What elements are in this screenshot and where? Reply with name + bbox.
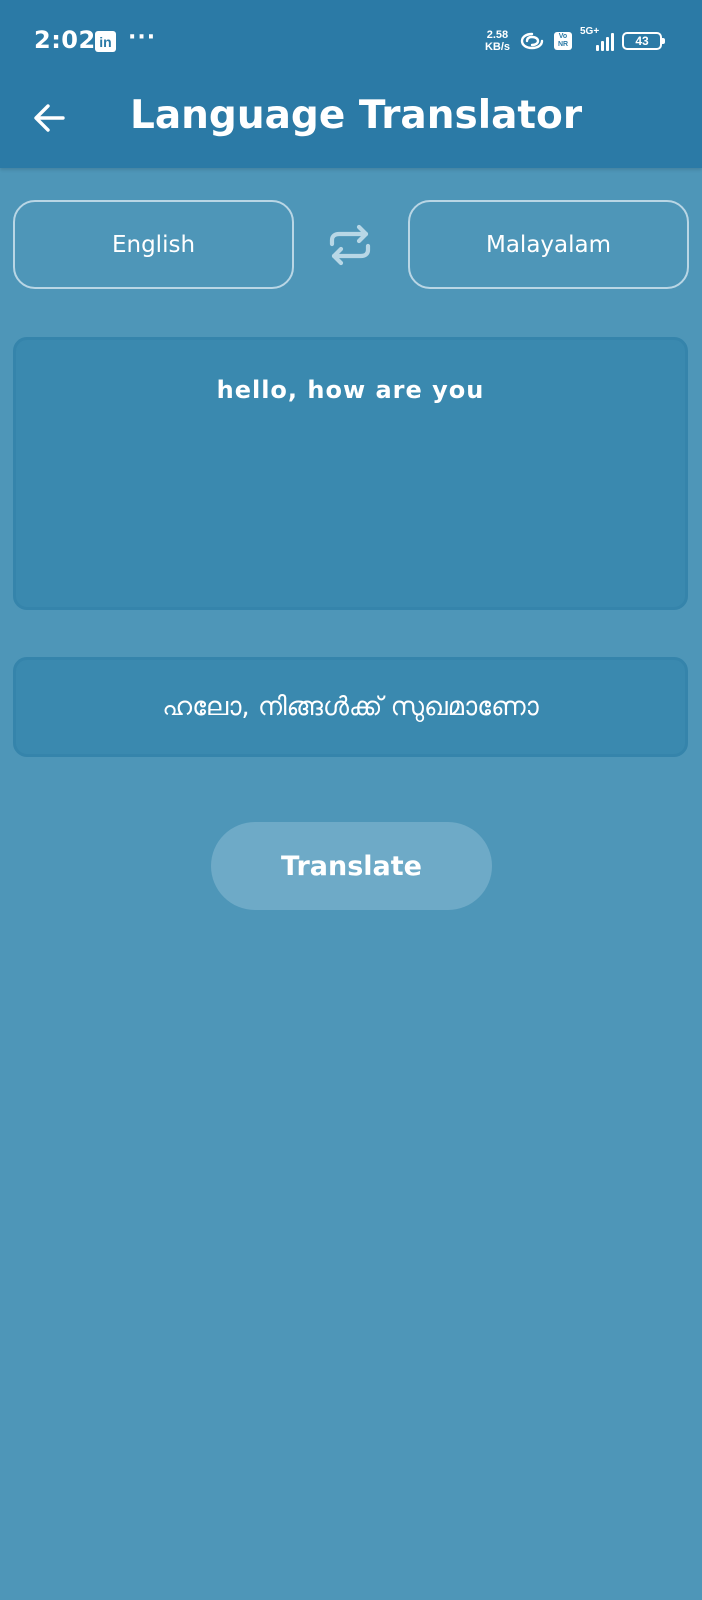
signal-icon: 5G+ xyxy=(580,26,614,53)
hotspot-link-icon xyxy=(520,32,544,50)
status-indicators: 2.58 KB/s Vo NR 5G+ 43 xyxy=(485,26,665,54)
arrow-left-icon xyxy=(34,104,65,132)
swap-arrows-icon xyxy=(329,224,371,266)
volte-icon: Vo NR xyxy=(554,32,572,50)
network-speed-unit: KB/s xyxy=(484,41,510,53)
network-speed-value: 2.58 xyxy=(486,29,509,41)
signal-bars xyxy=(596,33,614,51)
input-text-field[interactable]: hello, how are you xyxy=(13,337,688,610)
translated-text: ഹലോ, നിങ്ങൾക്ക് സുഖമാണോ xyxy=(162,691,539,722)
back-button[interactable] xyxy=(28,96,72,140)
network-speed: 2.58 KB/s xyxy=(485,29,510,53)
translate-button[interactable]: Translate xyxy=(211,822,492,910)
target-language-button[interactable]: Malayalam xyxy=(408,200,689,289)
battery-icon: 43 xyxy=(622,32,665,50)
translation-output: ഹലോ, നിങ്ങൾക്ക് സുഖമാണോ xyxy=(13,657,688,757)
swap-languages-button[interactable] xyxy=(326,222,374,268)
linkedin-icon: in xyxy=(95,31,116,52)
volte-line-2: NR xyxy=(557,41,569,48)
page-title: Language Translator xyxy=(130,93,583,138)
source-language-button[interactable]: English xyxy=(13,200,294,289)
volte-line-1: Vo xyxy=(558,33,568,40)
input-text: hello, how are you xyxy=(216,376,485,404)
status-time: 2:02 xyxy=(34,26,96,54)
more-notifications-icon: ··· xyxy=(128,25,157,50)
app-bar: 2:02 in ··· 2.58 KB/s Vo NR 5G+ 43 Langu… xyxy=(0,0,702,168)
